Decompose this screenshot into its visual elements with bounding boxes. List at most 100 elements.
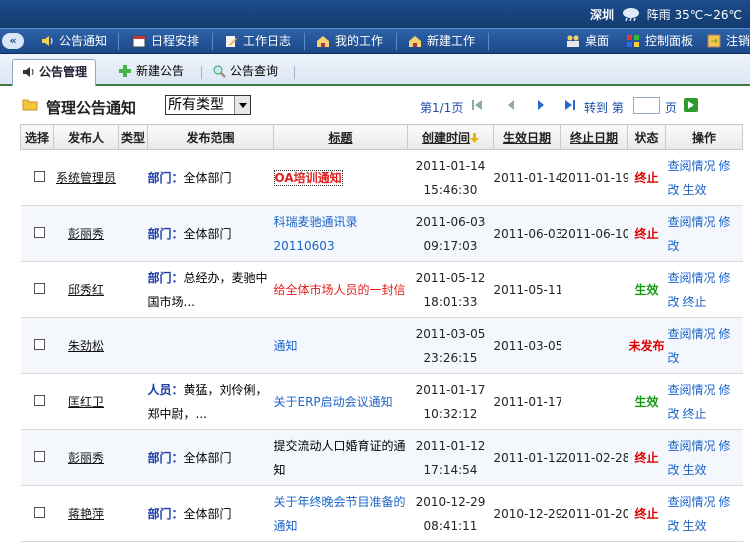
header-title[interactable]: 标题	[273, 124, 408, 150]
row-checkbox[interactable]	[33, 170, 45, 182]
scope-cell: 部门：全体部门	[147, 205, 274, 262]
title-link[interactable]: 关于年终晚会节目准备的通知	[274, 495, 406, 533]
title-link[interactable]: 科瑞麦驰通讯录20110603	[274, 215, 358, 253]
go-arrow-icon[interactable]	[684, 98, 698, 112]
tab-notice-management[interactable]: 公告管理	[12, 59, 97, 86]
view-status-link[interactable]: 查阅情况	[668, 327, 716, 341]
tab-new-notice[interactable]: 新建公告	[110, 59, 192, 86]
tab-separator	[201, 66, 202, 79]
menu-item-control-panel[interactable]: 控制面板	[626, 29, 693, 54]
publisher-link[interactable]: 朱劲松	[54, 334, 119, 358]
terminate-link[interactable]: 终止	[683, 295, 707, 309]
menu-item-label: 新建工作	[427, 34, 476, 48]
activate-link[interactable]: 生效	[683, 519, 707, 533]
created-time: 09:17:03	[423, 238, 478, 253]
publisher-link[interactable]: 系统管理员	[54, 166, 119, 190]
view-status-link[interactable]: 查阅情况	[668, 271, 716, 285]
menu-item-desktop[interactable]: 桌面	[566, 29, 609, 54]
actions-cell: 查阅情况 修改 生效	[665, 485, 743, 542]
effective-date-cell: 2011-05-11	[493, 261, 561, 318]
menu-item-notices[interactable]: 公告通知	[40, 29, 107, 54]
header-effective-date[interactable]: 生效日期	[493, 124, 561, 150]
publisher-link[interactable]: 蒋艳萍	[54, 502, 119, 526]
title-link[interactable]: 给全体市场人员的一封信	[274, 283, 406, 297]
type-cell	[118, 317, 148, 374]
publisher-link[interactable]: 彭丽秀	[54, 446, 119, 470]
speaker-icon	[42, 36, 53, 46]
created-cell: 2010-12-29 08:41:11	[407, 485, 494, 542]
title-link[interactable]: OA培训通知	[273, 169, 343, 186]
page-number-input[interactable]	[633, 97, 660, 114]
publisher-link[interactable]: 邱秀红	[54, 278, 119, 302]
menu-item-newwork[interactable]: 新建工作	[408, 29, 475, 54]
actions-cell: 查阅情况 修改	[665, 317, 743, 374]
tab-notice-query[interactable]: 公告查询	[204, 59, 286, 86]
scope-cell: 部门：全体部门	[147, 429, 274, 486]
title-cell: 关于ERP启动会议通知	[273, 373, 408, 430]
list-toolbar: 管理公告通知 所有类型 第1/1页 转到 第 页	[0, 88, 750, 122]
collapse-sidebar-button[interactable]: «	[2, 33, 24, 49]
view-status-link[interactable]: 查阅情况	[668, 383, 716, 397]
scope-value: 全体部门	[183, 226, 232, 241]
weather-text: 阵雨 35℃~26℃	[646, 8, 742, 22]
last-page-icon[interactable]	[564, 99, 576, 111]
row-checkbox[interactable]	[33, 226, 45, 238]
menu-bar: « 公告通知 日程安排 工作日志 我的工作 新建工作 桌面 控制面板 注销	[0, 28, 750, 54]
activate-link[interactable]: 生效	[683, 463, 707, 477]
effective-date-cell: 2011-03-05	[493, 317, 561, 374]
publisher-cell: 蒋艳萍	[53, 485, 119, 542]
table-row: 匡红卫 人员：黄猛，刘伶俐，郑中尉，... 关于ERP启动会议通知 2011-01-1…	[20, 373, 743, 430]
row-checkbox[interactable]	[33, 282, 45, 294]
type-select[interactable]: 所有类型	[165, 95, 251, 115]
view-status-link[interactable]: 查阅情况	[668, 495, 716, 509]
add-icon	[119, 65, 131, 77]
scope-value: 全体部门	[183, 450, 232, 465]
next-page-icon[interactable]	[535, 99, 547, 111]
status-badge: 终止	[627, 149, 666, 206]
title-link[interactable]: 关于ERP启动会议通知	[274, 395, 393, 409]
end-date-cell: 2011-06-10	[560, 205, 628, 262]
row-checkbox[interactable]	[33, 450, 45, 462]
home-icon	[317, 36, 329, 47]
logout-icon	[707, 34, 721, 48]
header-end-date[interactable]: 终止日期	[560, 124, 628, 150]
type-cell	[118, 205, 148, 262]
title-link[interactable]: 通知	[274, 339, 298, 353]
calendar-icon	[132, 35, 146, 48]
header-effective-label: 生效日期	[502, 130, 551, 145]
goto-label: 转到 第	[584, 101, 624, 115]
activate-link[interactable]: 生效	[683, 183, 707, 197]
header-created-label: 创建时间	[421, 130, 470, 145]
prev-page-icon[interactable]	[505, 99, 517, 111]
end-date-cell	[560, 261, 628, 318]
publisher-link[interactable]: 彭丽秀	[54, 222, 119, 246]
row-checkbox[interactable]	[33, 506, 45, 518]
view-status-link[interactable]: 查阅情况	[668, 159, 716, 173]
created-cell: 2011-01-17 10:32:12	[407, 373, 494, 430]
effective-date-cell: 2011-06-03	[493, 205, 561, 262]
header-select: 选择	[20, 124, 54, 150]
scope-cell: 部门：全体部门	[147, 485, 274, 542]
home-plus-icon	[409, 36, 421, 47]
weather-widget: 深圳 阵雨 35℃~26℃	[590, 6, 742, 23]
publisher-cell: 朱劲松	[53, 317, 119, 374]
select-cell	[20, 485, 54, 542]
menu-item-schedule[interactable]: 日程安排	[132, 29, 199, 54]
menu-item-worklog[interactable]: 工作日志	[224, 29, 291, 54]
title-link[interactable]: 提交流动人口婚育证的通知	[274, 439, 406, 477]
view-status-link[interactable]: 查阅情况	[668, 439, 716, 453]
created-time: 10:32:12	[423, 406, 478, 421]
created-date: 2011-03-05	[415, 326, 486, 341]
scope-cell	[147, 317, 274, 374]
menu-item-logout[interactable]: 注销	[707, 29, 750, 54]
row-checkbox[interactable]	[33, 394, 45, 406]
menu-item-mywork[interactable]: 我的工作	[316, 29, 383, 54]
row-checkbox[interactable]	[33, 338, 45, 350]
created-date: 2010-12-29	[415, 494, 486, 509]
header-created-time[interactable]: 创建时间	[407, 124, 494, 150]
terminate-link[interactable]: 终止	[683, 407, 707, 421]
view-status-link[interactable]: 查阅情况	[668, 215, 716, 229]
first-page-icon[interactable]	[471, 99, 483, 111]
publisher-link[interactable]: 匡红卫	[54, 390, 119, 414]
created-date: 2011-06-03	[415, 214, 486, 229]
